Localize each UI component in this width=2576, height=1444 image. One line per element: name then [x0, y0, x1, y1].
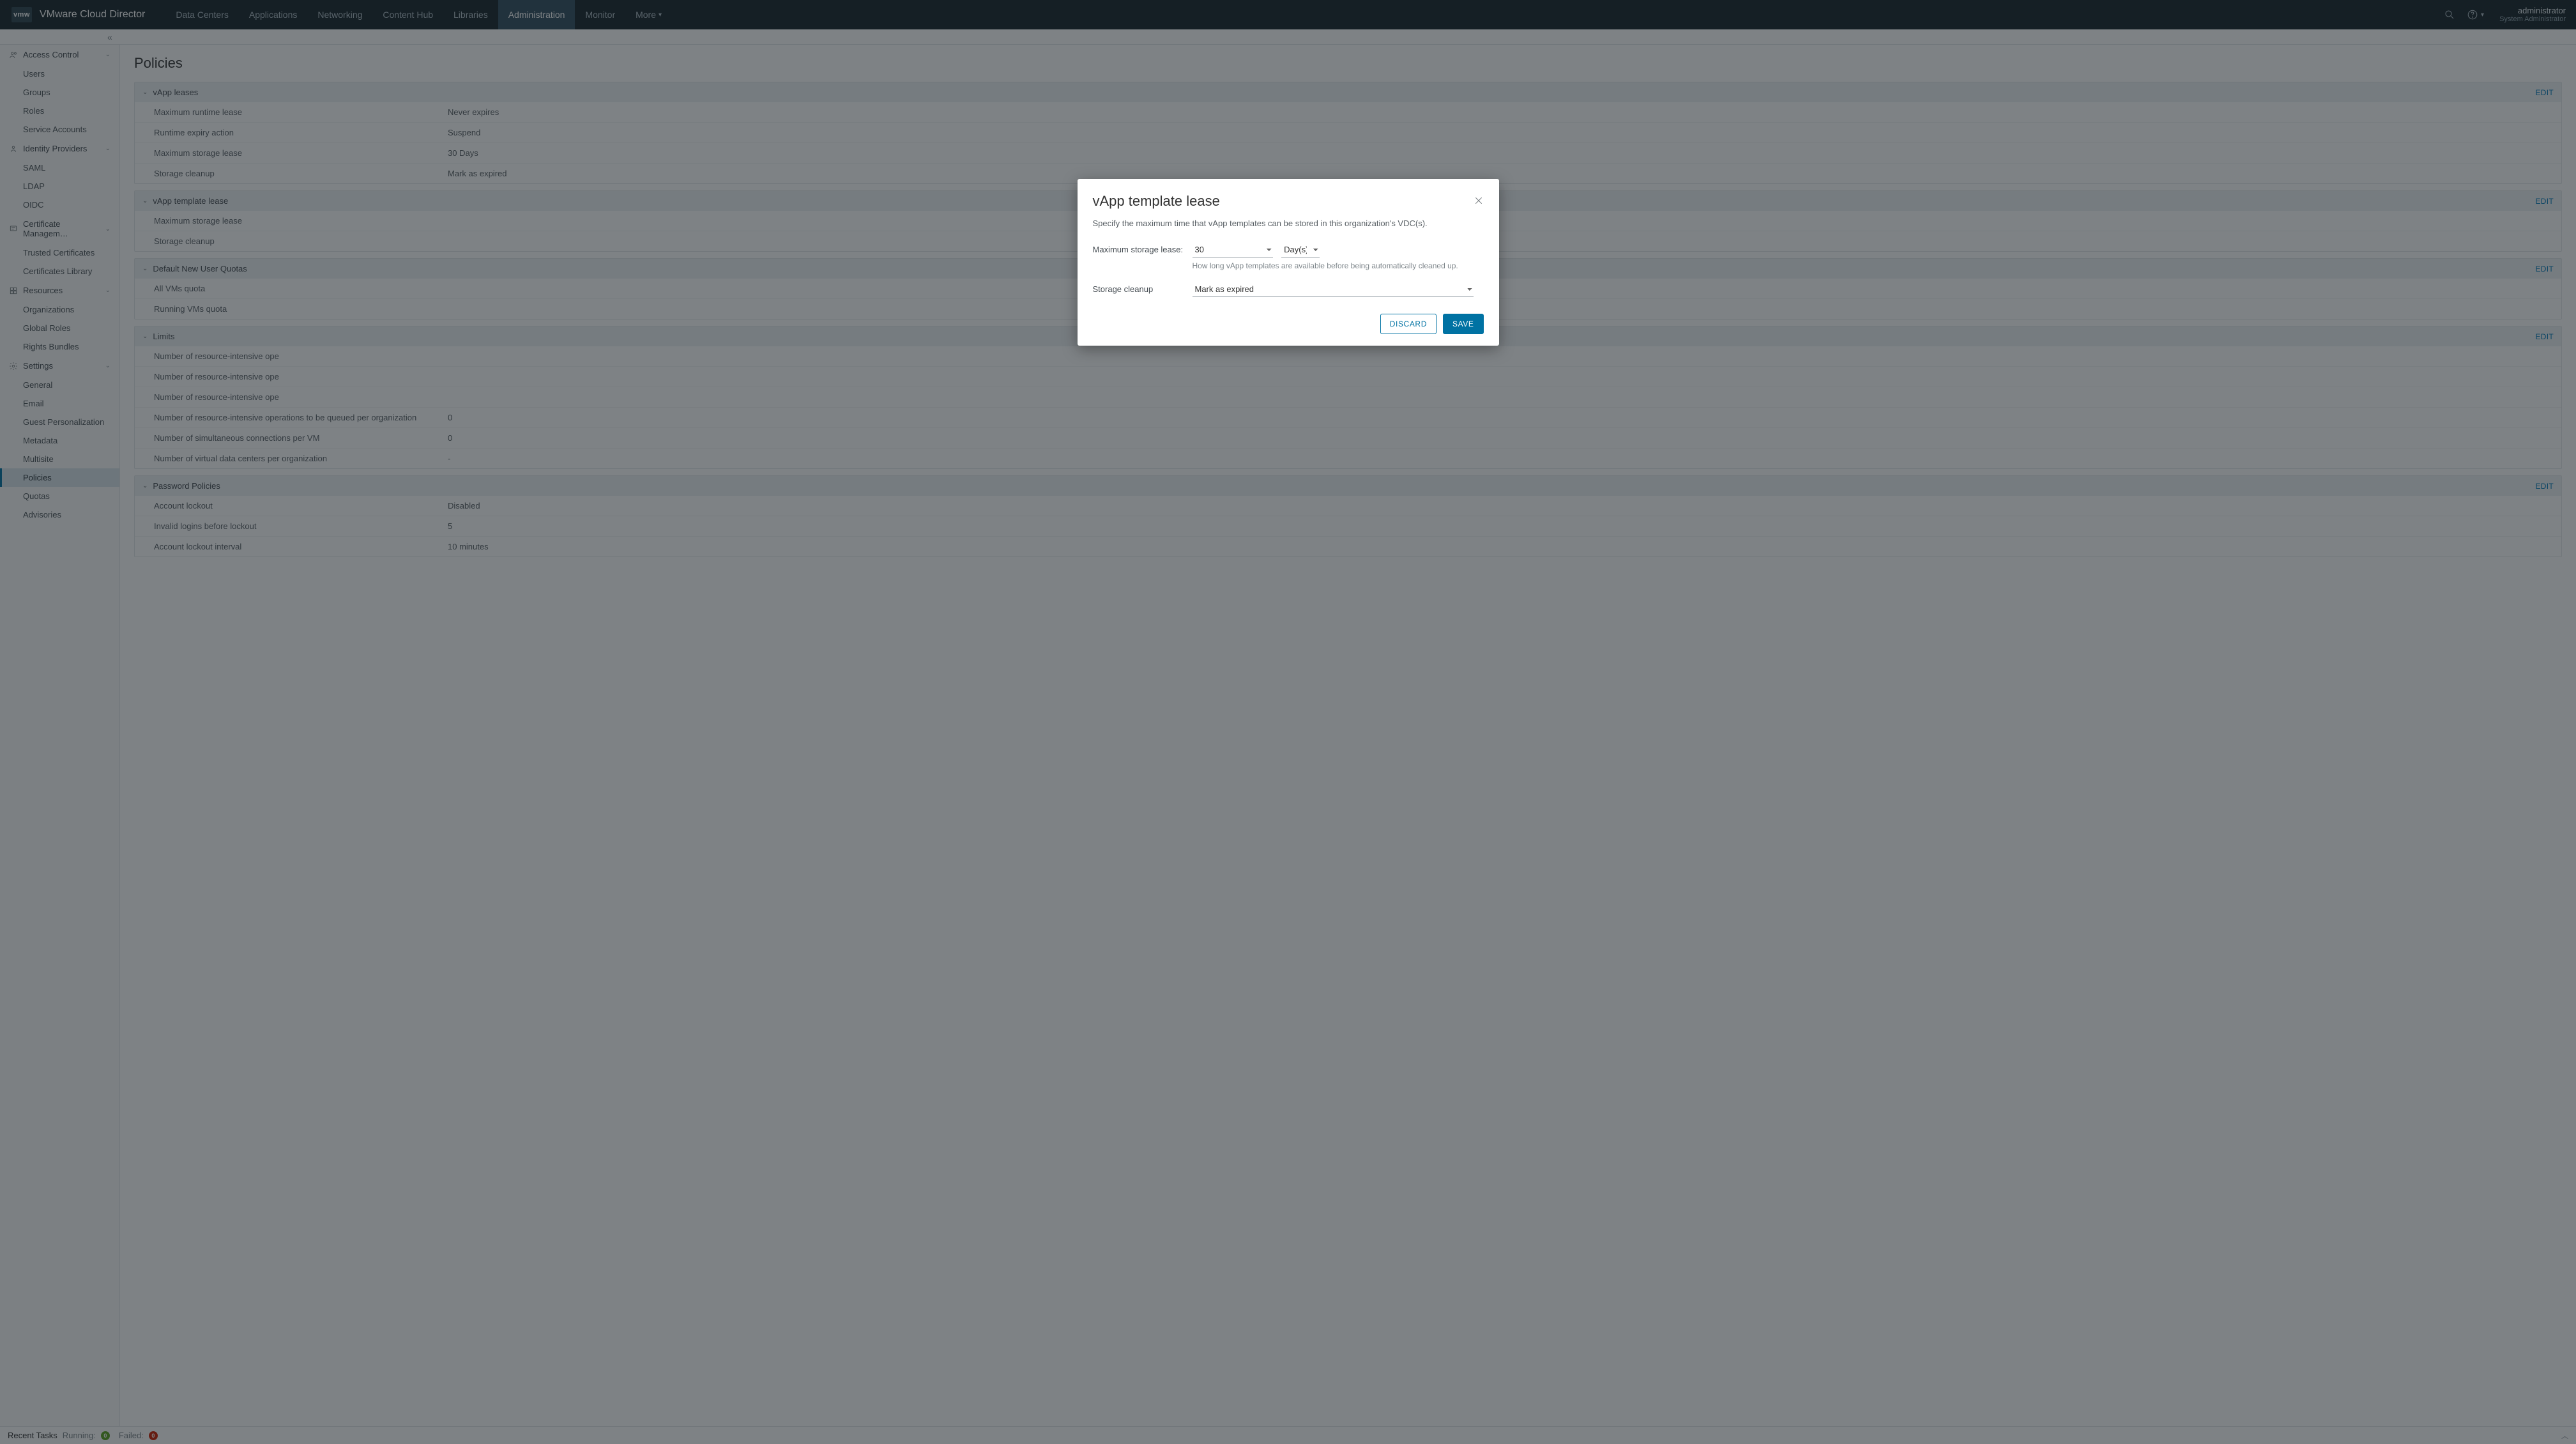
discard-button[interactable]: DISCARD: [1380, 314, 1437, 334]
max-storage-lease-unit[interactable]: Day(s): [1281, 242, 1320, 257]
modal-overlay: vApp template lease Specify the maximum …: [0, 0, 2576, 1444]
modal-description: Specify the maximum time that vApp templ…: [1093, 219, 1484, 228]
modal-title: vApp template lease: [1093, 193, 1220, 210]
vapp-template-lease-modal: vApp template lease Specify the maximum …: [1078, 179, 1499, 346]
storage-cleanup-select[interactable]: Mark as expired: [1193, 282, 1474, 297]
close-icon[interactable]: [1474, 196, 1484, 208]
max-storage-lease-hint: How long vApp templates are available be…: [1193, 261, 1484, 270]
save-button[interactable]: SAVE: [1443, 314, 1484, 334]
max-storage-lease-label: Maximum storage lease:: [1093, 242, 1193, 254]
max-storage-lease-value[interactable]: 30: [1193, 242, 1273, 257]
storage-cleanup-label: Storage cleanup: [1093, 282, 1193, 294]
